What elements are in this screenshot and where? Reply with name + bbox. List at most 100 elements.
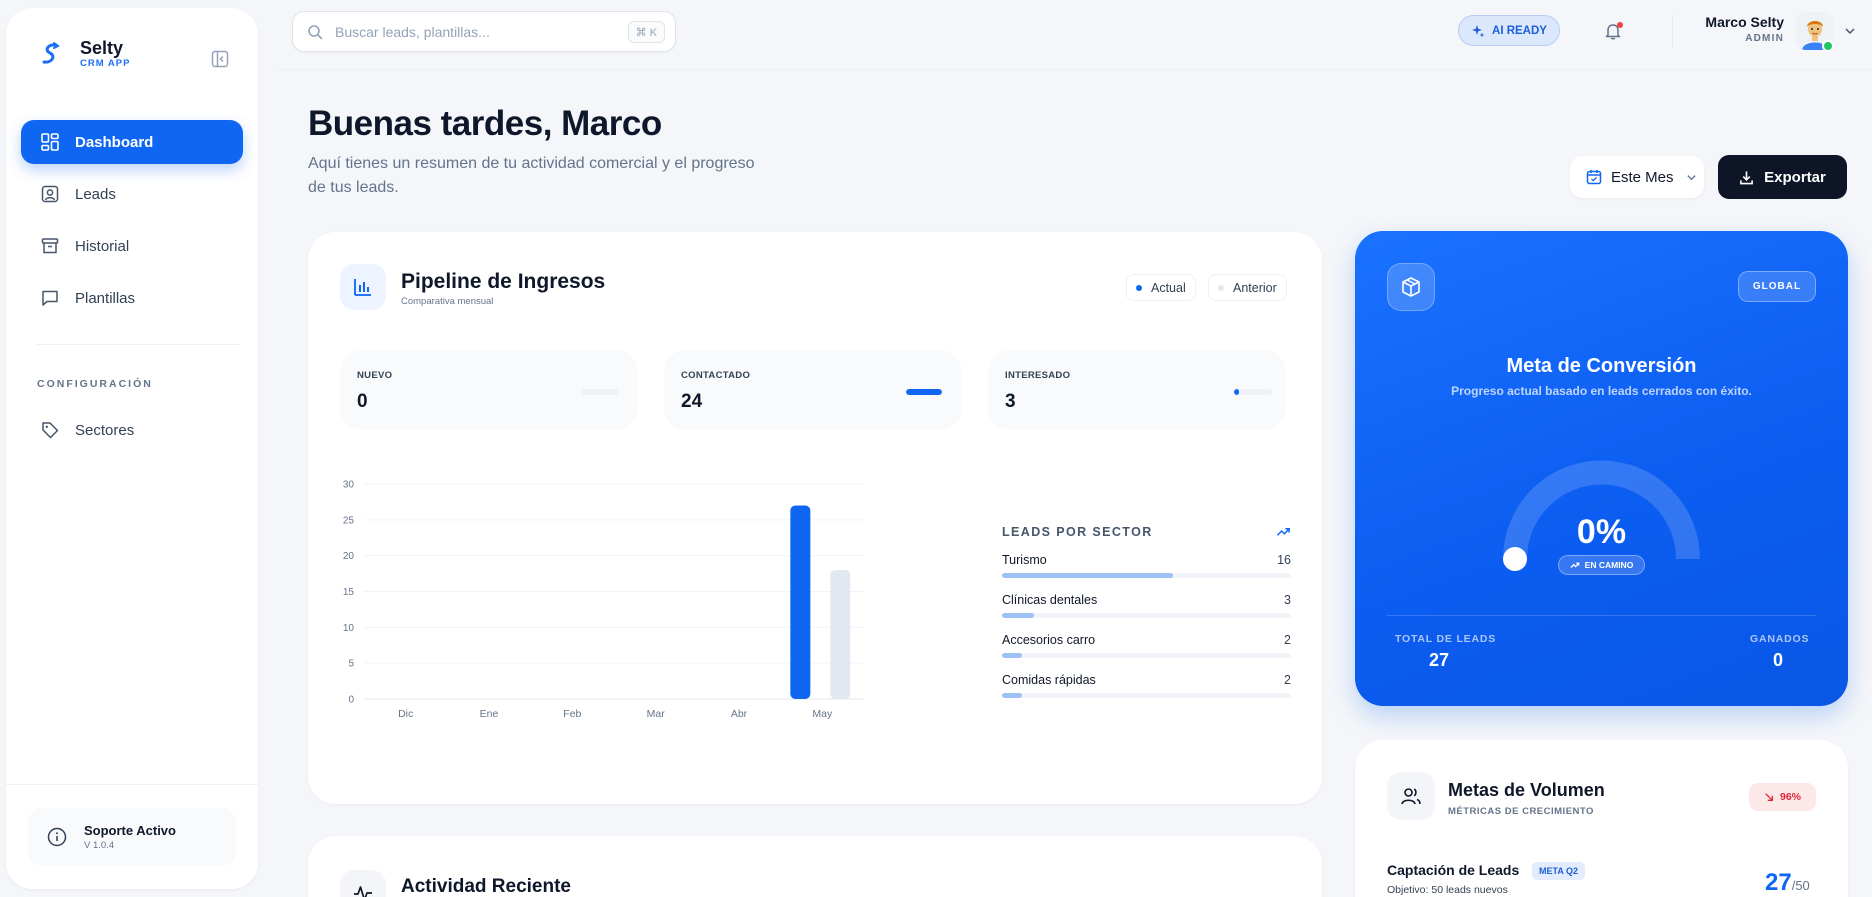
search-shortcut: ⌘ K — [627, 21, 665, 43]
sector-label: Accesorios carro — [1002, 633, 1096, 647]
archive-icon — [39, 235, 61, 257]
goal-target: /50 — [1791, 878, 1810, 893]
stat-progress-fill — [1234, 389, 1239, 395]
user-menu[interactable]: Marco Selty ADMIN — [1700, 14, 1784, 44]
legend-anterior[interactable]: Anterior — [1208, 274, 1287, 301]
x-tick-label: Abr — [731, 708, 748, 720]
sector-title: LEADS POR SECTOR — [1002, 524, 1153, 539]
legend-actual[interactable]: Actual — [1126, 274, 1196, 301]
legend-label: Anterior — [1233, 280, 1277, 295]
sidebar-item-label: Sectores — [75, 421, 135, 439]
goal-title: Captación de Leads — [1387, 862, 1520, 878]
ai-status-badge[interactable]: AI READY — [1458, 15, 1560, 46]
sidebar-item-dashboard[interactable]: Dashboard — [21, 120, 243, 164]
stat-card-nuevo[interactable]: NUEVO 0 — [340, 350, 638, 430]
trend-badge: 96% — [1749, 783, 1816, 811]
leads-by-sector: LEADS POR SECTOR Turismo 16 Clínicas dent… — [1002, 524, 1291, 713]
export-button[interactable]: Exportar — [1718, 155, 1847, 199]
topbar-separator — [1672, 15, 1673, 47]
sidebar-item-leads[interactable]: Leads — [21, 172, 243, 216]
sector-bar-fill — [1002, 573, 1173, 578]
card-subtitle: Comparativa mensual — [401, 296, 494, 307]
status-badge: EN CAMINO — [1558, 555, 1645, 575]
conversion-value: 0% — [1576, 513, 1627, 551]
sector-bar-fill — [1002, 693, 1023, 698]
sidebar-collapse-icon — [211, 50, 229, 68]
stat-label: INTERESADO — [1005, 370, 1071, 381]
search-bar[interactable]: ⌘ K — [292, 11, 676, 52]
stat-progress — [906, 389, 942, 395]
online-status-dot — [1822, 40, 1834, 52]
trending-down-icon — [1764, 792, 1774, 802]
sector-row[interactable]: Turismo 16 — [1002, 553, 1291, 578]
support-status[interactable]: Soporte Activo V 1.0.4 — [28, 808, 236, 866]
volume-goals-card: Metas de Volumen MÉTRICAS DE CRECIMIENTO… — [1355, 740, 1848, 897]
stat-progress-fill — [906, 389, 942, 395]
y-tick-label: 5 — [348, 659, 354, 670]
won-label: GANADOS — [1750, 633, 1810, 645]
x-tick-label: Mar — [647, 708, 666, 720]
trending-up-icon — [1570, 560, 1580, 570]
stat-value: 0 — [357, 391, 368, 412]
sector-row[interactable]: Comidas rápidas 2 — [1002, 673, 1291, 698]
sidebar-item-historial[interactable]: Historial — [21, 224, 243, 268]
sidebar-item-plantillas[interactable]: Plantillas — [21, 276, 243, 320]
y-tick-label: 30 — [343, 480, 355, 491]
nav-section-label: CONFIGURACIÓN — [37, 378, 153, 390]
stat-label: CONTACTADO — [681, 370, 751, 381]
sidebar-item-label: Leads — [75, 185, 116, 203]
contact-icon — [39, 183, 61, 205]
goal-current: 27 — [1765, 869, 1792, 896]
pipeline-bar-chart: 0 5 10 15 20 25 30 Dic Ene Feb Mar Abr May — [343, 480, 864, 720]
sector-bar-fill — [1002, 653, 1023, 658]
main-nav: Dashboard Leads Historial Plantillas — [21, 120, 243, 328]
sector-count: 2 — [1284, 633, 1291, 647]
bar-actual-may — [790, 505, 811, 699]
status-label: EN CAMINO — [1584, 560, 1634, 570]
card-title: Actividad Reciente — [401, 876, 571, 897]
sector-bar — [1002, 573, 1291, 578]
app-version: V 1.0.4 — [84, 840, 115, 851]
y-tick-label: 10 — [343, 623, 355, 634]
sector-bar — [1002, 653, 1291, 658]
total-leads-value: 27 — [1429, 650, 1450, 670]
stat-label: NUEVO — [357, 370, 393, 381]
message-icon — [39, 287, 61, 309]
topbar-divider — [276, 69, 1872, 70]
scope-badge[interactable]: GLOBAL — [1738, 271, 1816, 302]
notifications-button[interactable] — [1600, 18, 1626, 44]
stat-value: 3 — [1005, 391, 1016, 412]
download-icon — [1739, 170, 1754, 185]
sidebar-footer-divider — [6, 784, 258, 785]
brand[interactable]: Selty CRM APP — [36, 38, 130, 70]
sector-row[interactable]: Accesorios carro 2 — [1002, 633, 1291, 658]
users-icon — [1387, 772, 1435, 820]
y-tick-label: 0 — [348, 695, 354, 706]
period-select[interactable]: Este Mes — [1570, 156, 1704, 198]
box-icon — [1387, 263, 1435, 311]
total-leads-label: TOTAL DE LEADS — [1395, 633, 1497, 645]
search-input[interactable] — [335, 23, 615, 40]
conversion-goal-card: GLOBAL Meta de Conversión Progreso actua… — [1355, 231, 1848, 706]
chevron-down-icon[interactable] — [1844, 24, 1856, 42]
sparkle-icon — [1471, 24, 1485, 38]
sector-row[interactable]: Clínicas dentales 3 — [1002, 593, 1291, 618]
goal-description: Objetivo: 50 leads nuevos — [1387, 884, 1508, 896]
won-value: 0 — [1773, 650, 1784, 670]
y-tick-label: 15 — [343, 587, 355, 598]
card-subtitle: MÉTRICAS DE CRECIMIENTO — [1448, 806, 1594, 817]
info-icon — [46, 826, 68, 848]
calendar-icon — [1586, 169, 1602, 185]
stat-card-interesado[interactable]: INTERESADO 3 — [988, 350, 1286, 430]
brand-name: Selty — [80, 38, 124, 58]
trending-up-icon[interactable] — [1276, 524, 1291, 539]
sidebar-item-sectores[interactable]: Sectores — [21, 408, 243, 452]
stat-card-contactado[interactable]: CONTACTADO 24 — [664, 350, 962, 430]
user-role: ADMIN — [1745, 33, 1784, 44]
y-tick-label: 25 — [343, 515, 355, 526]
sidebar-item-label: Dashboard — [75, 133, 154, 151]
sector-count: 2 — [1284, 673, 1291, 687]
sector-label: Turismo — [1002, 553, 1047, 567]
collapse-sidebar-button[interactable] — [207, 46, 233, 72]
conversion-title: Meta de Conversión — [1506, 355, 1697, 377]
